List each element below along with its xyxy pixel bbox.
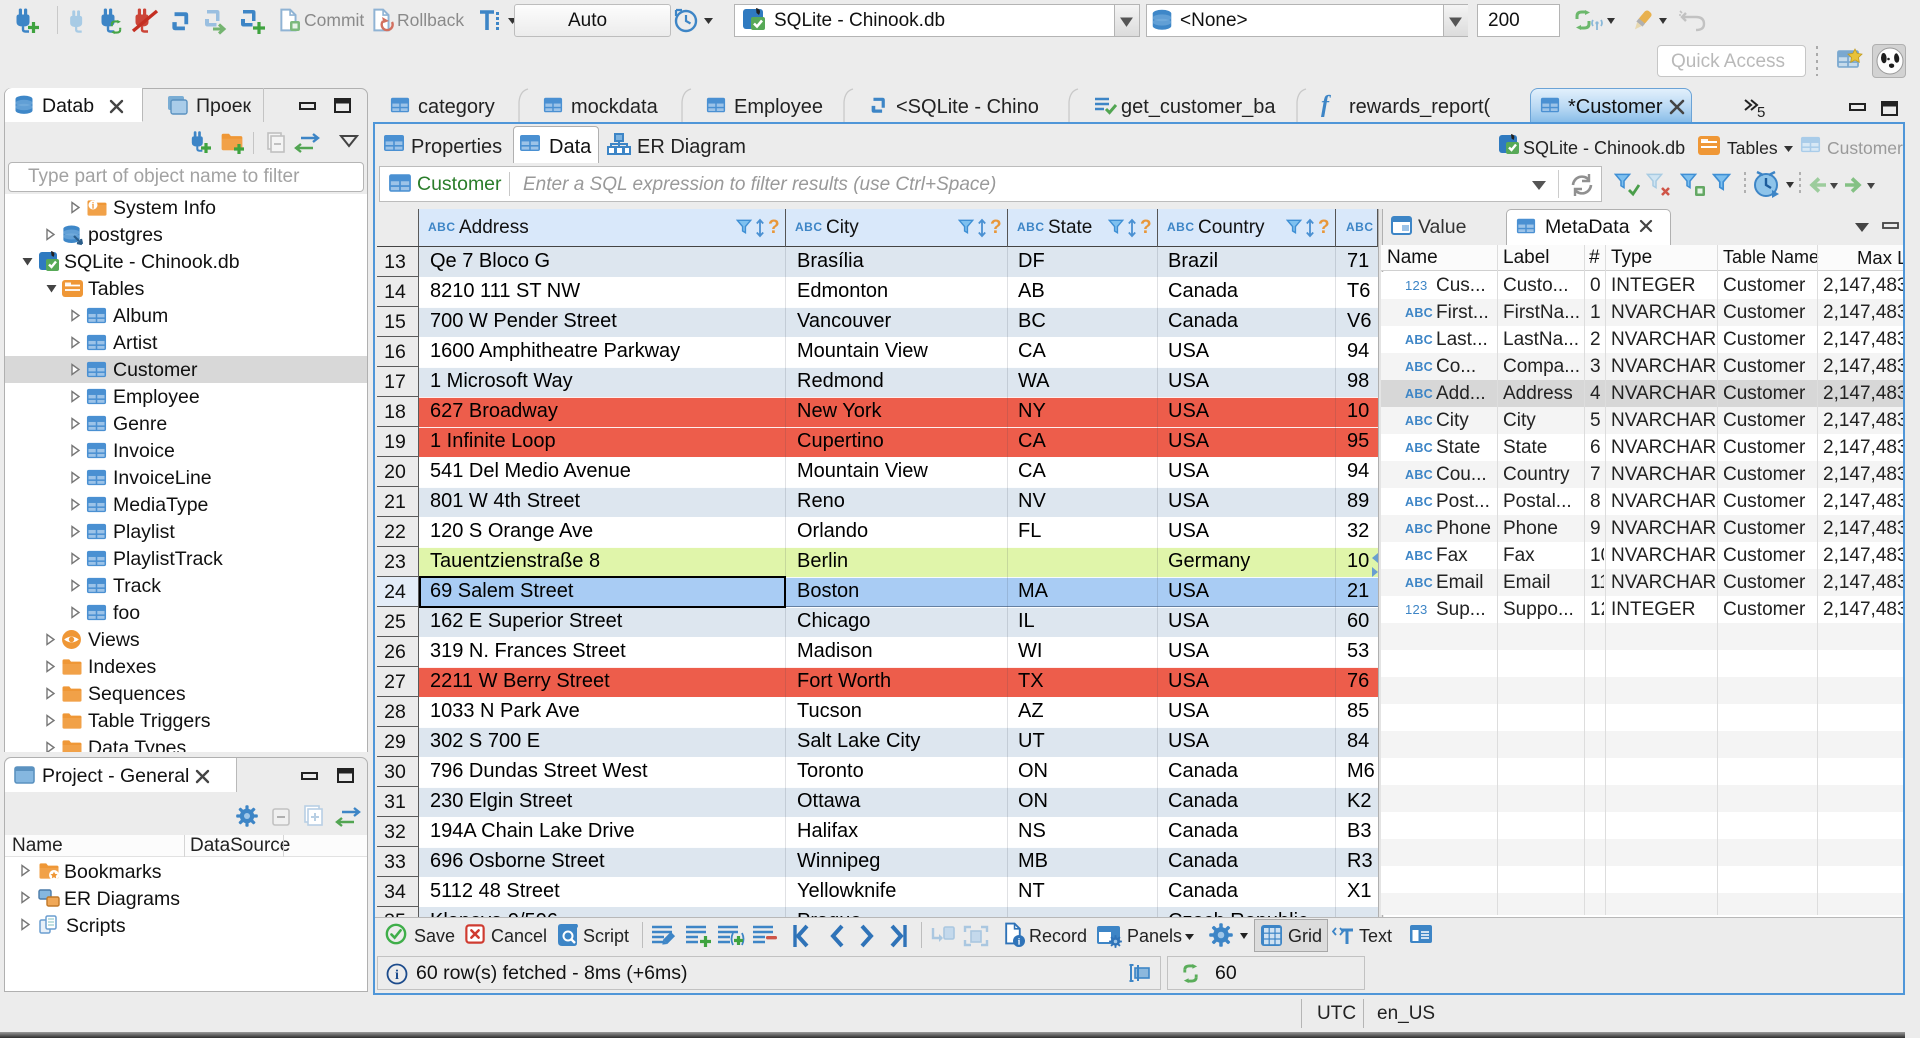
svg-text:i: i — [395, 968, 399, 983]
